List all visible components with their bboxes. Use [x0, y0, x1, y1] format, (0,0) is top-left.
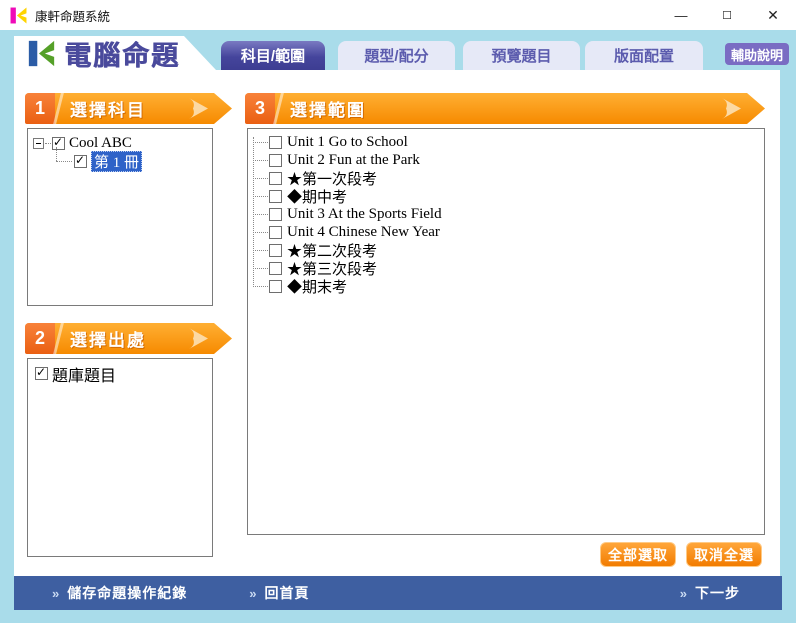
- save-record-label: 儲存命題操作紀錄: [67, 585, 188, 601]
- tree-connector: [56, 161, 72, 162]
- next-step-label: 下一步: [695, 585, 740, 601]
- source-item-label[interactable]: 題庫題目: [52, 362, 116, 386]
- range-item-label[interactable]: Unit 1 Go to School: [287, 134, 408, 151]
- range-rows: Unit 1 Go to School Unit 2 Fun at the Pa…: [248, 133, 764, 297]
- next-step-link[interactable]: » 下一步: [680, 583, 740, 603]
- arrow-right-icon: »: [52, 585, 61, 601]
- save-record-link[interactable]: » 儲存命題操作紀錄: [52, 583, 187, 603]
- banner-arrow-icon: [187, 96, 210, 121]
- tree-root-row[interactable]: Cool ABC: [33, 135, 132, 152]
- range-item-checkbox[interactable]: [269, 153, 282, 167]
- range-item-label[interactable]: Unit 3 At the Sports Field: [287, 206, 442, 223]
- maximize-button[interactable]: ☐: [704, 0, 750, 30]
- tree-child-label[interactable]: 第 1 冊: [91, 151, 143, 172]
- app-title: 電腦命題: [64, 40, 180, 71]
- range-item-checkbox[interactable]: [269, 189, 282, 203]
- step3-title: 選擇範圍: [290, 101, 366, 120]
- tree-connector: [45, 143, 51, 144]
- main-panel: 1 選擇科目 Cool ABC 第 1 冊: [14, 70, 780, 577]
- range-item-checkbox[interactable]: [269, 225, 282, 239]
- range-item-row[interactable]: Unit 3 At the Sports Field: [248, 205, 764, 223]
- tree-root-label[interactable]: Cool ABC: [69, 135, 132, 152]
- tab-label: 預覽題目: [491, 48, 552, 65]
- tree-connector: [253, 249, 268, 251]
- step1-number: 1: [25, 93, 55, 124]
- close-button[interactable]: ✕: [750, 0, 796, 30]
- tab-label: 題型/配分: [364, 48, 429, 65]
- range-item-checkbox[interactable]: [269, 243, 282, 257]
- tree-connector: [253, 231, 268, 233]
- tab-label: 版面配置: [613, 48, 674, 65]
- window-controls: — ☐ ✕: [658, 0, 796, 30]
- window-body: 電腦命題 科目/範圍 題型/配分 預覽題目 版面配置 » 輔助說明 1 選擇科目: [0, 30, 796, 623]
- logo-panel: 電腦命題: [14, 36, 216, 70]
- collapse-icon[interactable]: [33, 138, 44, 149]
- minimize-button[interactable]: —: [658, 0, 704, 30]
- home-label: 回首頁: [264, 585, 310, 601]
- arrow-right-icon: »: [679, 585, 688, 601]
- range-item-row[interactable]: Unit 2 Fun at the Park: [248, 151, 764, 169]
- range-item-checkbox[interactable]: [269, 135, 282, 149]
- step1-title: 選擇科目: [70, 101, 146, 120]
- range-item-row[interactable]: ◆期末考: [248, 276, 764, 297]
- range-item-row[interactable]: ★第三次段考: [248, 259, 764, 278]
- range-item-row[interactable]: ★第一次段考: [248, 169, 764, 188]
- tree-connector: [253, 267, 268, 269]
- range-item-label[interactable]: ◆期末考: [287, 276, 347, 297]
- title-bar: 康軒命題系統 — ☐ ✕: [0, 0, 796, 30]
- app-logo-icon: [10, 7, 27, 23]
- help-button[interactable]: 輔助說明: [725, 43, 789, 65]
- banner-arrow-icon: [720, 96, 743, 121]
- app-window: 康軒命題系統 — ☐ ✕ 電腦命題 科目/範圍 題型/配分 預覽題目 版面配置: [0, 0, 796, 623]
- tab-question-type[interactable]: 題型/配分: [338, 41, 455, 70]
- range-item-checkbox[interactable]: [269, 279, 282, 293]
- range-item-label[interactable]: ◆期中考: [287, 186, 347, 207]
- arrow-right-icon: »: [249, 585, 258, 601]
- range-item-label[interactable]: Unit 4 Chinese New Year: [287, 224, 440, 241]
- kangxuan-k-icon: [28, 40, 55, 66]
- tree-connector: [253, 285, 268, 287]
- source-checkbox[interactable]: [35, 366, 48, 380]
- tree-connector: [253, 195, 268, 197]
- range-item-row[interactable]: Unit 4 Chinese New Year: [248, 223, 764, 241]
- deselect-all-button[interactable]: 取消全選: [686, 542, 762, 567]
- footer-bar: » 儲存命題操作紀錄 » 回首頁 » 下一步: [14, 576, 782, 610]
- subject-tree[interactable]: Cool ABC 第 1 冊: [27, 128, 213, 306]
- home-link[interactable]: » 回首頁: [249, 583, 309, 603]
- step2-title: 選擇出處: [70, 331, 146, 350]
- tab-label: 科目/範圍: [240, 48, 306, 65]
- tree-child-row[interactable]: 第 1 冊: [56, 151, 143, 172]
- range-item-row[interactable]: Unit 1 Go to School: [248, 133, 764, 151]
- range-item-row[interactable]: ★第二次段考: [248, 241, 764, 260]
- root-checkbox[interactable]: [52, 136, 65, 150]
- range-item-checkbox[interactable]: [269, 171, 282, 185]
- range-list[interactable]: Unit 1 Go to School Unit 2 Fun at the Pa…: [247, 128, 765, 535]
- window-title: 康軒命題系統: [35, 9, 111, 24]
- step2-banner: 2 選擇出處: [25, 323, 232, 354]
- tab-subject-range[interactable]: 科目/範圍: [221, 41, 325, 70]
- range-item-row[interactable]: ◆期中考: [248, 186, 764, 207]
- range-item-checkbox[interactable]: [269, 207, 282, 221]
- range-item-checkbox[interactable]: [269, 261, 282, 275]
- step1-banner: 1 選擇科目: [25, 93, 232, 124]
- tree-connector: [253, 159, 268, 161]
- step2-number: 2: [25, 323, 55, 354]
- child-checkbox[interactable]: [74, 154, 87, 168]
- source-item-row[interactable]: 題庫題目: [35, 362, 116, 386]
- range-item-label[interactable]: Unit 2 Fun at the Park: [287, 152, 420, 169]
- banner-arrow-icon: [187, 326, 210, 351]
- tree-connector: [253, 213, 268, 215]
- select-all-button[interactable]: 全部選取: [600, 542, 676, 567]
- tree-connector: [253, 141, 268, 143]
- source-list[interactable]: 題庫題目: [27, 358, 213, 557]
- tree-connector: [253, 177, 268, 179]
- tab-layout[interactable]: 版面配置: [585, 41, 703, 70]
- step3-number: 3: [245, 93, 275, 124]
- tab-preview[interactable]: 預覽題目: [463, 41, 580, 70]
- step3-banner: 3 選擇範圍: [245, 93, 765, 124]
